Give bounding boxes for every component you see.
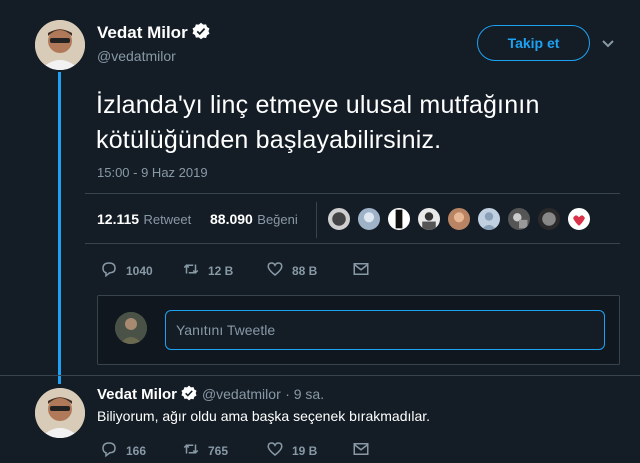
reply-icon [100,440,118,461]
retweet-count-action: 12 B [208,263,234,278]
reply-author-name[interactable]: Vedat Milor [97,386,177,403]
like-action[interactable]: 88 B [266,260,317,281]
reply-like-action[interactable]: 19 B [266,440,317,461]
reply-time[interactable]: · 9 sa. [285,386,324,402]
reply-like-count: 19 B [292,443,318,458]
reply-text: Biliyorum, ağır oldu ama başka seçenek b… [97,408,431,424]
liker-avatar[interactable] [446,206,472,232]
reply-action[interactable]: 1040 [100,260,153,281]
reply-message-action[interactable] [352,440,370,461]
retweet-action[interactable]: 12 B [182,260,233,281]
liker-avatar[interactable] [536,206,562,232]
reply-count: 1040 [126,263,153,278]
verified-badge-icon [192,22,210,45]
reply-retweet-count: 765 [208,443,229,458]
reply-retweet-action[interactable]: 765 [182,440,228,461]
liker-avatars [326,206,592,232]
liker-avatar[interactable] [506,206,532,232]
stats-separator [316,202,317,238]
reply-author-avatar[interactable] [35,388,85,438]
liker-avatar[interactable] [326,206,352,232]
like-count: 88.090 [210,211,253,227]
divider [85,193,620,194]
current-user-avatar [115,312,147,344]
liker-avatar[interactable] [386,206,412,232]
heart-icon [266,260,284,281]
divider [0,375,640,376]
envelope-icon [352,440,370,461]
message-action[interactable] [352,260,370,281]
retweet-icon [182,260,200,281]
liker-avatar[interactable] [416,206,442,232]
liker-avatar[interactable] [356,206,382,232]
author-name[interactable]: Vedat Milor [97,23,188,42]
thread-line [58,72,61,384]
retweet-label: Retweet [143,212,192,227]
divider [85,243,620,244]
follow-button[interactable]: Takip et [477,25,590,61]
like-label: Beğeni [257,212,298,227]
reply-reply-action[interactable]: 166 [100,440,146,461]
reply-input[interactable]: Yanıtını Tweetle [165,310,605,350]
retweet-icon [182,440,200,461]
retweet-count: 12.115 [97,211,140,227]
author-info: Vedat Milor @vedatmilor [97,22,210,64]
author-avatar[interactable] [35,20,85,70]
envelope-icon [352,260,370,281]
tweet-timestamp[interactable]: 15:00 - 9 Haz 2019 [97,165,208,180]
retweet-stat[interactable]: 12.115 Retweet [97,211,191,229]
reply-header: Vedat Milor @vedatmilor · 9 sa. [97,385,324,406]
author-handle[interactable]: @vedatmilor [97,48,210,64]
heart-icon [266,440,284,461]
liker-avatar[interactable] [476,206,502,232]
like-stat[interactable]: 88.090 Beğeni [210,211,298,229]
reply-author-handle[interactable]: @vedatmilor [202,386,281,402]
more-options-chevron-icon[interactable] [596,34,620,54]
verified-badge-icon [181,385,198,406]
tweet-text: İzlanda'yı linç etmeye ulusal mutfağının… [96,91,540,154]
like-count-action: 88 B [292,263,318,278]
reply-icon [100,260,118,281]
reply-reply-count: 166 [126,443,147,458]
liker-avatar[interactable] [566,206,592,232]
